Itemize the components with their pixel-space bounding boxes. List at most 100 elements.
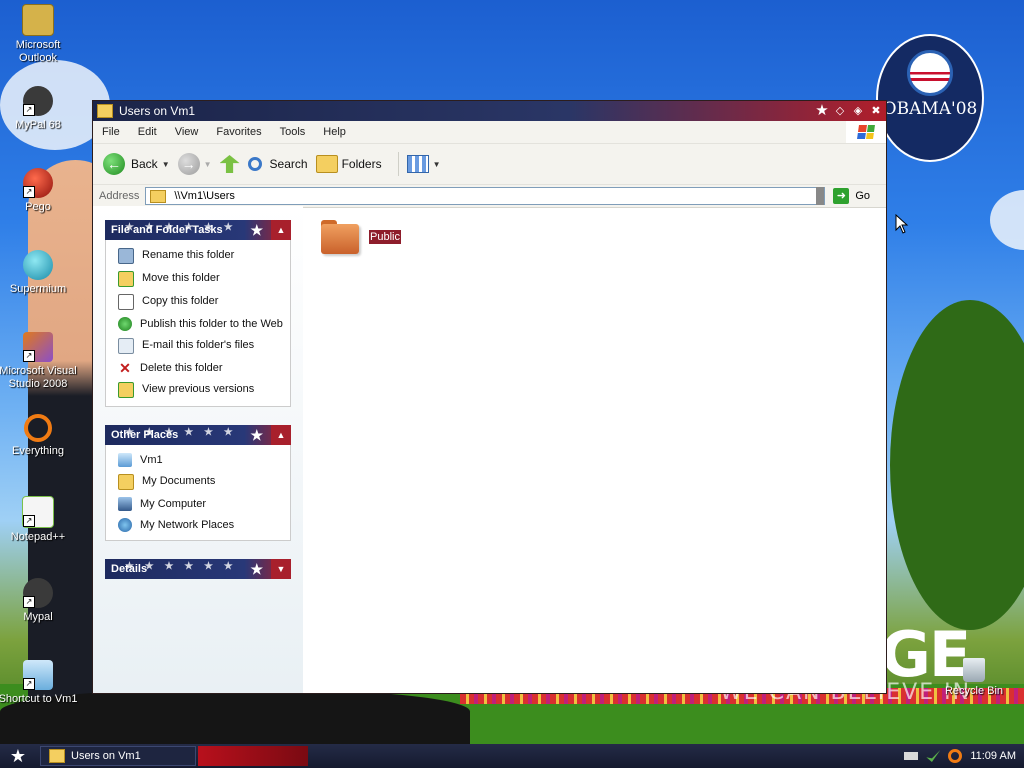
folder-item-public[interactable]: Public	[321, 220, 401, 254]
desktop-icon-everything[interactable]: Everything	[0, 414, 80, 458]
address-dropdown[interactable]	[816, 187, 825, 205]
task-pane: ★ ★ ★ ★ ★ ★ File and Folder Tasks ★ ▲ Re…	[93, 206, 303, 693]
task-email-files[interactable]: E-mail this folder's files	[118, 338, 290, 354]
task-move-folder[interactable]: Move this folder	[118, 271, 290, 287]
chevron-down-icon[interactable]: ▼	[433, 160, 441, 169]
taskbar-button-label: Users on Vm1	[71, 750, 141, 762]
go-arrow-icon: ➜	[833, 188, 850, 204]
views-icon	[406, 155, 429, 173]
desktop-icon-pego[interactable]: ↗ Pego	[0, 168, 80, 214]
desktop-icon-notepadpp[interactable]: ↗ Notepad++	[0, 496, 80, 544]
search-icon	[247, 157, 262, 171]
keyboard-icon[interactable]	[904, 752, 919, 760]
campaign-badge: OBAMA'08	[876, 34, 984, 162]
maximize-button[interactable]: ◈	[850, 103, 866, 119]
desktop-icon-label: Notepad++	[10, 531, 66, 543]
back-arrow-icon: ←	[103, 153, 125, 175]
window-title: Users on Vm1	[119, 104, 196, 118]
task-rename-folder[interactable]: Rename this folder	[118, 248, 290, 264]
panel-title: Other Places	[111, 429, 179, 441]
shortcut-arrow-icon: ↗	[23, 596, 35, 608]
everything-tray-icon[interactable]	[948, 749, 963, 763]
task-copy-folder[interactable]: Copy this folder	[118, 294, 290, 310]
shortcut-arrow-icon: ↗	[23, 678, 35, 690]
views-button[interactable]: ▼	[406, 155, 441, 173]
address-bar: Address ➜ Go	[93, 185, 886, 208]
everything-icon	[24, 414, 52, 442]
network-status-icon[interactable]	[926, 750, 941, 762]
task-view-previous-versions[interactable]: View previous versions	[118, 382, 290, 398]
star-icon[interactable]: ★	[814, 103, 830, 119]
chevron-down-icon[interactable]: ▼	[162, 160, 170, 169]
panel-body: Vm1 My Documents My Computer My Network …	[105, 445, 291, 541]
task-delete-folder[interactable]: ✕ Delete this folder	[118, 361, 290, 375]
desktop-icon-supermium[interactable]: Supermium	[0, 250, 80, 296]
folder-icon	[97, 104, 113, 118]
task-label: E-mail this folder's files	[142, 339, 255, 351]
back-label: Back	[131, 157, 158, 171]
menu-file[interactable]: File	[93, 126, 129, 138]
place-label: Vm1	[140, 454, 163, 466]
desktop-icon-mypal[interactable]: ↗ Mypal	[0, 578, 80, 624]
shortcut-arrow-icon: ↗	[23, 186, 35, 198]
taskbar-button-users-on-vm1[interactable]: Users on Vm1	[40, 746, 196, 766]
details-panel: ★ ★ ★ ★ ★ ★ Details ★ ▼	[105, 559, 291, 579]
desktop-icon-visual-studio[interactable]: ↗ Microsoft Visual Studio 2008	[0, 332, 80, 391]
tree	[890, 300, 1024, 630]
go-label: Go	[855, 190, 871, 202]
desktop-icon-recycle-bin[interactable]: Recycle Bin	[932, 658, 1016, 698]
place-vm1[interactable]: Vm1	[118, 453, 290, 467]
go-button[interactable]: ➜ Go	[833, 188, 870, 204]
place-my-computer[interactable]: My Computer	[118, 497, 290, 511]
desktop-icon-label: Everything	[12, 445, 64, 457]
panel-header[interactable]: ★ ★ ★ ★ ★ ★ File and Folder Tasks ★ ▲	[105, 220, 291, 240]
search-button[interactable]: Search	[247, 157, 308, 171]
expand-icon[interactable]: ▼	[271, 559, 291, 579]
folder-name: Public	[369, 230, 401, 244]
chevron-down-icon[interactable]: ▼	[204, 160, 212, 169]
up-folder-button[interactable]	[219, 155, 240, 173]
file-list[interactable]: Public	[303, 206, 909, 693]
network-icon	[118, 518, 132, 532]
place-label: My Computer	[140, 498, 207, 510]
address-input[interactable]	[172, 189, 817, 203]
folders-button[interactable]: Folders	[315, 155, 382, 173]
desktop-icon-label: MyPal 68	[15, 119, 61, 131]
folder-icon	[49, 749, 65, 763]
desktop-icon-mypal68[interactable]: ↗ MyPal 68	[0, 86, 80, 132]
panel-header[interactable]: ★ ★ ★ ★ ★ ★ Details ★ ▼	[105, 559, 291, 579]
task-label: Move this folder	[142, 272, 220, 284]
forward-button[interactable]: → ▼	[177, 153, 212, 175]
back-button[interactable]: ← Back ▼	[103, 153, 170, 175]
task-label: Delete this folder	[140, 362, 223, 374]
computer-icon: ↗	[23, 660, 53, 690]
minimize-button[interactable]: ◇	[832, 103, 848, 119]
previous-versions-icon	[118, 382, 134, 398]
task-label: Rename this folder	[142, 249, 235, 261]
collapse-icon[interactable]: ▲	[271, 220, 291, 240]
desktop-icon-label: Microsoft Outlook	[15, 39, 61, 64]
start-button[interactable]: ★	[0, 746, 36, 767]
desktop-icon-shortcut-vm1[interactable]: ↗ Shortcut to Vm1	[0, 660, 80, 706]
other-places-panel: ★ ★ ★ ★ ★ ★ Other Places ★ ▲ Vm1 My Docu…	[105, 425, 291, 541]
menu-edit[interactable]: Edit	[129, 126, 166, 138]
menu-tools[interactable]: Tools	[271, 126, 315, 138]
task-publish-folder[interactable]: Publish this folder to the Web	[118, 317, 290, 331]
desktop-icon-outlook[interactable]: Microsoft Outlook	[0, 4, 80, 65]
place-my-network-places[interactable]: My Network Places	[118, 518, 290, 532]
clock[interactable]: 11:09 AM	[970, 750, 1016, 762]
taskbar-decoration	[198, 746, 308, 766]
panel-header[interactable]: ★ ★ ★ ★ ★ ★ Other Places ★ ▲	[105, 425, 291, 445]
menu-help[interactable]: Help	[314, 126, 355, 138]
place-my-documents[interactable]: My Documents	[118, 474, 290, 490]
campaign-badge-text: OBAMA'08	[882, 99, 978, 119]
menu-favorites[interactable]: Favorites	[207, 126, 270, 138]
menu-view[interactable]: View	[166, 126, 208, 138]
pego-icon: ↗	[23, 168, 53, 198]
desktop-icon-label: Pego	[25, 201, 51, 213]
title-bar[interactable]: Users on Vm1 ★ ◇ ◈ ✖	[93, 101, 886, 121]
mouse-cursor-icon	[895, 213, 909, 237]
close-button[interactable]: ✖	[868, 103, 884, 119]
collapse-icon[interactable]: ▲	[271, 425, 291, 445]
address-field[interactable]	[145, 187, 826, 205]
